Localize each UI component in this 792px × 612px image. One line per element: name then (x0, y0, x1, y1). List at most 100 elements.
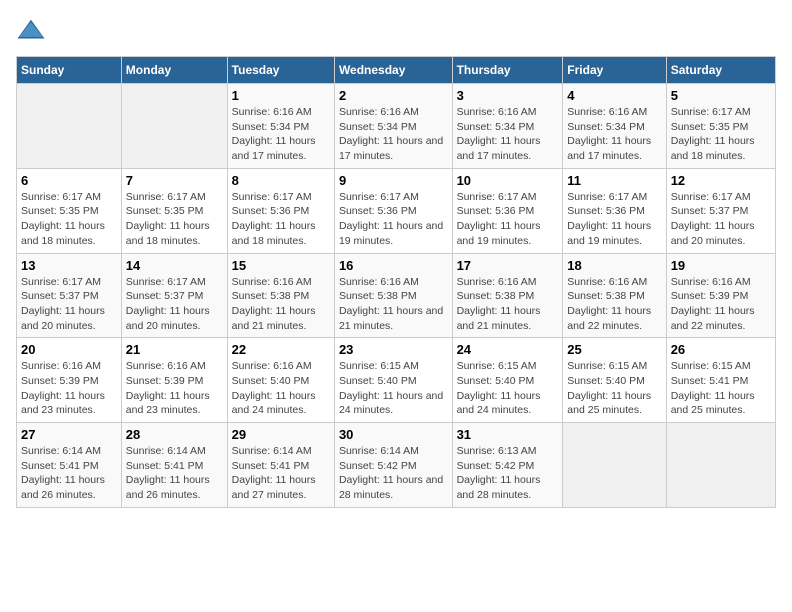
day-number: 12 (671, 173, 771, 188)
day-number: 9 (339, 173, 448, 188)
day-cell: 27 Sunrise: 6:14 AM Sunset: 5:41 PM Dayli… (17, 423, 122, 508)
day-info: Sunrise: 6:17 AM Sunset: 5:36 PM Dayligh… (457, 190, 559, 249)
day-info: Sunrise: 6:17 AM Sunset: 5:35 PM Dayligh… (126, 190, 223, 249)
day-number: 27 (21, 427, 117, 442)
day-number: 15 (232, 258, 330, 273)
week-row-4: 20 Sunrise: 6:16 AM Sunset: 5:39 PM Dayli… (17, 338, 776, 423)
day-number: 18 (567, 258, 661, 273)
day-number: 22 (232, 342, 330, 357)
calendar-table: SundayMondayTuesdayWednesdayThursdayFrid… (16, 56, 776, 508)
day-header-tuesday: Tuesday (227, 57, 334, 84)
day-header-sunday: Sunday (17, 57, 122, 84)
day-cell (563, 423, 666, 508)
logo (16, 16, 50, 46)
day-number: 23 (339, 342, 448, 357)
day-info: Sunrise: 6:15 AM Sunset: 5:40 PM Dayligh… (457, 359, 559, 418)
day-cell: 23 Sunrise: 6:15 AM Sunset: 5:40 PM Dayli… (334, 338, 452, 423)
day-info: Sunrise: 6:14 AM Sunset: 5:41 PM Dayligh… (21, 444, 117, 503)
day-info: Sunrise: 6:16 AM Sunset: 5:34 PM Dayligh… (339, 105, 448, 164)
day-info: Sunrise: 6:16 AM Sunset: 5:38 PM Dayligh… (339, 275, 448, 334)
day-cell: 19 Sunrise: 6:16 AM Sunset: 5:39 PM Dayli… (666, 253, 775, 338)
day-info: Sunrise: 6:15 AM Sunset: 5:41 PM Dayligh… (671, 359, 771, 418)
day-cell: 26 Sunrise: 6:15 AM Sunset: 5:41 PM Dayli… (666, 338, 775, 423)
day-cell: 21 Sunrise: 6:16 AM Sunset: 5:39 PM Dayli… (121, 338, 227, 423)
day-header-saturday: Saturday (666, 57, 775, 84)
day-info: Sunrise: 6:16 AM Sunset: 5:38 PM Dayligh… (457, 275, 559, 334)
header (16, 16, 776, 46)
day-number: 25 (567, 342, 661, 357)
day-cell (121, 84, 227, 169)
day-number: 28 (126, 427, 223, 442)
day-cell: 13 Sunrise: 6:17 AM Sunset: 5:37 PM Dayli… (17, 253, 122, 338)
week-row-2: 6 Sunrise: 6:17 AM Sunset: 5:35 PM Daylig… (17, 168, 776, 253)
day-info: Sunrise: 6:16 AM Sunset: 5:38 PM Dayligh… (232, 275, 330, 334)
day-info: Sunrise: 6:16 AM Sunset: 5:34 PM Dayligh… (232, 105, 330, 164)
day-cell: 11 Sunrise: 6:17 AM Sunset: 5:36 PM Dayli… (563, 168, 666, 253)
day-cell: 25 Sunrise: 6:15 AM Sunset: 5:40 PM Dayli… (563, 338, 666, 423)
day-number: 13 (21, 258, 117, 273)
day-cell: 10 Sunrise: 6:17 AM Sunset: 5:36 PM Dayli… (452, 168, 563, 253)
day-cell: 7 Sunrise: 6:17 AM Sunset: 5:35 PM Daylig… (121, 168, 227, 253)
week-row-5: 27 Sunrise: 6:14 AM Sunset: 5:41 PM Dayli… (17, 423, 776, 508)
day-cell: 1 Sunrise: 6:16 AM Sunset: 5:34 PM Daylig… (227, 84, 334, 169)
day-info: Sunrise: 6:16 AM Sunset: 5:39 PM Dayligh… (671, 275, 771, 334)
day-cell (17, 84, 122, 169)
day-info: Sunrise: 6:16 AM Sunset: 5:39 PM Dayligh… (126, 359, 223, 418)
day-info: Sunrise: 6:17 AM Sunset: 5:37 PM Dayligh… (21, 275, 117, 334)
day-info: Sunrise: 6:16 AM Sunset: 5:34 PM Dayligh… (457, 105, 559, 164)
day-cell: 4Sunrise: 6:16 AM Sunset: 5:34 PM Daylig… (563, 84, 666, 169)
day-number: 11 (567, 173, 661, 188)
day-number: 31 (457, 427, 559, 442)
day-number: 2 (339, 88, 448, 103)
day-info: Sunrise: 6:14 AM Sunset: 5:41 PM Dayligh… (232, 444, 330, 503)
day-number: 7 (126, 173, 223, 188)
day-cell: 24 Sunrise: 6:15 AM Sunset: 5:40 PM Dayli… (452, 338, 563, 423)
day-number: 17 (457, 258, 559, 273)
day-cell: 17 Sunrise: 6:16 AM Sunset: 5:38 PM Dayli… (452, 253, 563, 338)
day-cell: 29 Sunrise: 6:14 AM Sunset: 5:41 PM Dayli… (227, 423, 334, 508)
day-info: Sunrise: 6:16 AM Sunset: 5:39 PM Dayligh… (21, 359, 117, 418)
day-cell: 5 Sunrise: 6:17 AM Sunset: 5:35 PM Daylig… (666, 84, 775, 169)
day-info: Sunrise: 6:17 AM Sunset: 5:36 PM Dayligh… (567, 190, 661, 249)
day-cell (666, 423, 775, 508)
day-number: 3 (457, 88, 559, 103)
day-cell: 22Sunrise: 6:16 AM Sunset: 5:40 PM Dayli… (227, 338, 334, 423)
day-number: 21 (126, 342, 223, 357)
day-cell: 28 Sunrise: 6:14 AM Sunset: 5:41 PM Dayli… (121, 423, 227, 508)
day-number: 6 (21, 173, 117, 188)
day-cell: 12Sunrise: 6:17 AM Sunset: 5:37 PM Dayli… (666, 168, 775, 253)
day-number: 30 (339, 427, 448, 442)
day-number: 5 (671, 88, 771, 103)
day-number: 24 (457, 342, 559, 357)
day-cell: 15 Sunrise: 6:16 AM Sunset: 5:38 PM Dayli… (227, 253, 334, 338)
day-info: Sunrise: 6:15 AM Sunset: 5:40 PM Dayligh… (567, 359, 661, 418)
day-number: 26 (671, 342, 771, 357)
day-number: 8 (232, 173, 330, 188)
week-row-1: 1 Sunrise: 6:16 AM Sunset: 5:34 PM Daylig… (17, 84, 776, 169)
days-header-row: SundayMondayTuesdayWednesdayThursdayFrid… (17, 57, 776, 84)
day-number: 10 (457, 173, 559, 188)
day-number: 16 (339, 258, 448, 273)
day-number: 29 (232, 427, 330, 442)
day-header-monday: Monday (121, 57, 227, 84)
day-cell: 20 Sunrise: 6:16 AM Sunset: 5:39 PM Dayli… (17, 338, 122, 423)
logo-icon (16, 16, 46, 46)
day-cell: 31Sunrise: 6:13 AM Sunset: 5:42 PM Dayli… (452, 423, 563, 508)
day-info: Sunrise: 6:17 AM Sunset: 5:35 PM Dayligh… (671, 105, 771, 164)
day-cell: 16 Sunrise: 6:16 AM Sunset: 5:38 PM Dayli… (334, 253, 452, 338)
day-cell: 9Sunrise: 6:17 AM Sunset: 5:36 PM Daylig… (334, 168, 452, 253)
day-info: Sunrise: 6:14 AM Sunset: 5:42 PM Dayligh… (339, 444, 448, 503)
day-number: 1 (232, 88, 330, 103)
day-cell: 6Sunrise: 6:17 AM Sunset: 5:35 PM Daylig… (17, 168, 122, 253)
day-number: 20 (21, 342, 117, 357)
day-info: Sunrise: 6:15 AM Sunset: 5:40 PM Dayligh… (339, 359, 448, 418)
day-number: 4 (567, 88, 661, 103)
day-cell: 2 Sunrise: 6:16 AM Sunset: 5:34 PM Daylig… (334, 84, 452, 169)
day-cell: 14Sunrise: 6:17 AM Sunset: 5:37 PM Dayli… (121, 253, 227, 338)
day-info: Sunrise: 6:16 AM Sunset: 5:38 PM Dayligh… (567, 275, 661, 334)
day-info: Sunrise: 6:14 AM Sunset: 5:41 PM Dayligh… (126, 444, 223, 503)
day-header-wednesday: Wednesday (334, 57, 452, 84)
day-number: 19 (671, 258, 771, 273)
day-cell: 8Sunrise: 6:17 AM Sunset: 5:36 PM Daylig… (227, 168, 334, 253)
day-cell: 18 Sunrise: 6:16 AM Sunset: 5:38 PM Dayli… (563, 253, 666, 338)
